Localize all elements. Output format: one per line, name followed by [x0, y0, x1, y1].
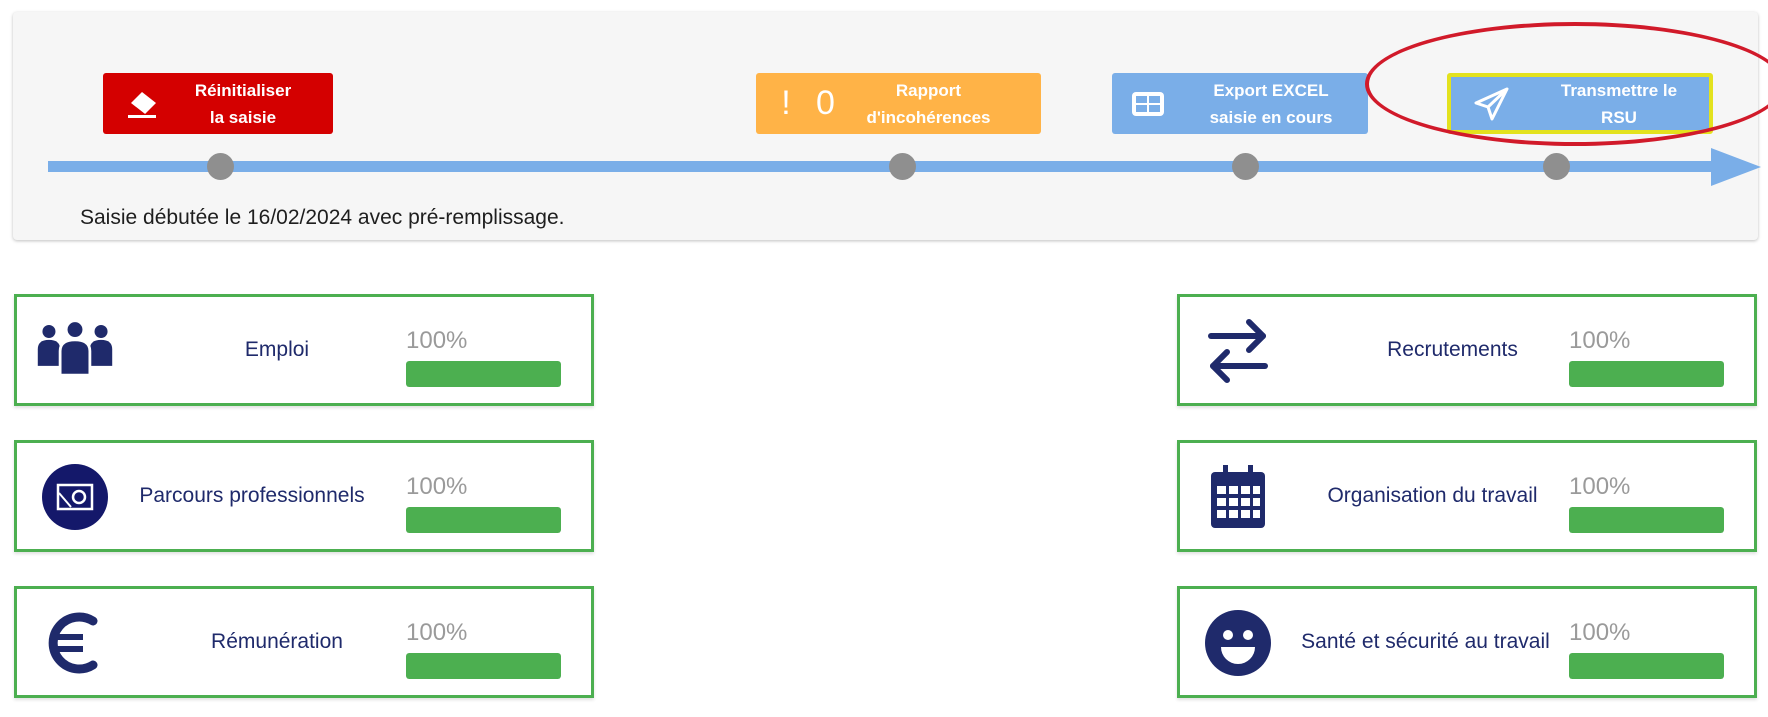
entry-status-text: Saisie débutée le 16/02/2024 avec pré-re… — [80, 206, 565, 229]
section-card-organisation[interactable]: Organisation du travail 100% — [1177, 440, 1757, 552]
calendar-icon — [1198, 459, 1278, 534]
export-button-label: Export EXCEL saisie en cours — [1209, 80, 1333, 127]
euro-icon — [35, 605, 115, 680]
section-progress-bar — [406, 653, 561, 679]
section-progress-bar — [1569, 653, 1724, 679]
section-card-recrutements[interactable]: Recrutements 100% — [1177, 294, 1757, 406]
section-title: Santé et sécurité au travail — [1301, 630, 1550, 653]
section-progress-bar — [1569, 361, 1724, 387]
report-button-label: Rapport d'incohérences — [866, 80, 991, 127]
annotation-highlight-circle — [1365, 22, 1768, 146]
section-card-parcours[interactable]: Parcours professionnels 100% — [14, 440, 594, 552]
section-title: Rémunération — [211, 630, 343, 653]
section-progress-bar — [406, 507, 561, 533]
section-progress-fill — [406, 653, 561, 679]
section-percent: 100% — [406, 473, 468, 500]
exchange-arrows-icon — [1198, 313, 1278, 388]
section-percent: 100% — [406, 619, 468, 646]
section-percent: 100% — [1569, 473, 1631, 500]
section-percent: 100% — [406, 327, 468, 354]
career-path-icon — [35, 459, 115, 534]
inconsistency-report-button[interactable]: ! 0 Rapport d'incohérences — [756, 73, 1041, 134]
section-progress-fill — [1569, 507, 1724, 533]
section-percent: 100% — [1569, 327, 1631, 354]
smiley-icon — [1198, 605, 1278, 680]
section-progress-fill — [406, 361, 561, 387]
section-percent: 100% — [1569, 619, 1631, 646]
timeline-arrow-head — [1711, 148, 1761, 186]
section-title: Parcours professionnels — [139, 484, 365, 507]
section-title: Recrutements — [1387, 338, 1518, 361]
reset-button-label: Réinitialiser la saisie — [194, 80, 292, 127]
section-card-remuneration[interactable]: Rémunération 100% — [14, 586, 594, 698]
section-progress-bar — [1569, 507, 1724, 533]
reset-entry-button[interactable]: Réinitialiser la saisie — [103, 73, 333, 134]
section-progress-fill — [1569, 653, 1724, 679]
export-excel-button[interactable]: Export EXCEL saisie en cours — [1112, 73, 1368, 134]
timeline-step-dot — [207, 153, 234, 180]
section-title: Organisation du travail — [1327, 484, 1538, 507]
timeline-step-dot — [1543, 153, 1570, 180]
section-progress-fill — [406, 507, 561, 533]
timeline-step-dot — [889, 153, 916, 180]
table-grid-icon — [1112, 91, 1184, 117]
section-card-sante[interactable]: Santé et sécurité au travail 100% — [1177, 586, 1757, 698]
section-progress-fill — [1569, 361, 1724, 387]
section-card-emploi[interactable]: Emploi 100% — [14, 294, 594, 406]
eraser-icon — [103, 89, 181, 119]
section-title: Emploi — [244, 338, 310, 361]
timeline-step-dot — [1232, 153, 1259, 180]
people-group-icon — [35, 313, 115, 388]
section-progress-bar — [406, 361, 561, 387]
inconsistency-count: 0 — [816, 84, 835, 122]
exclamation-icon: ! — [781, 84, 791, 122]
